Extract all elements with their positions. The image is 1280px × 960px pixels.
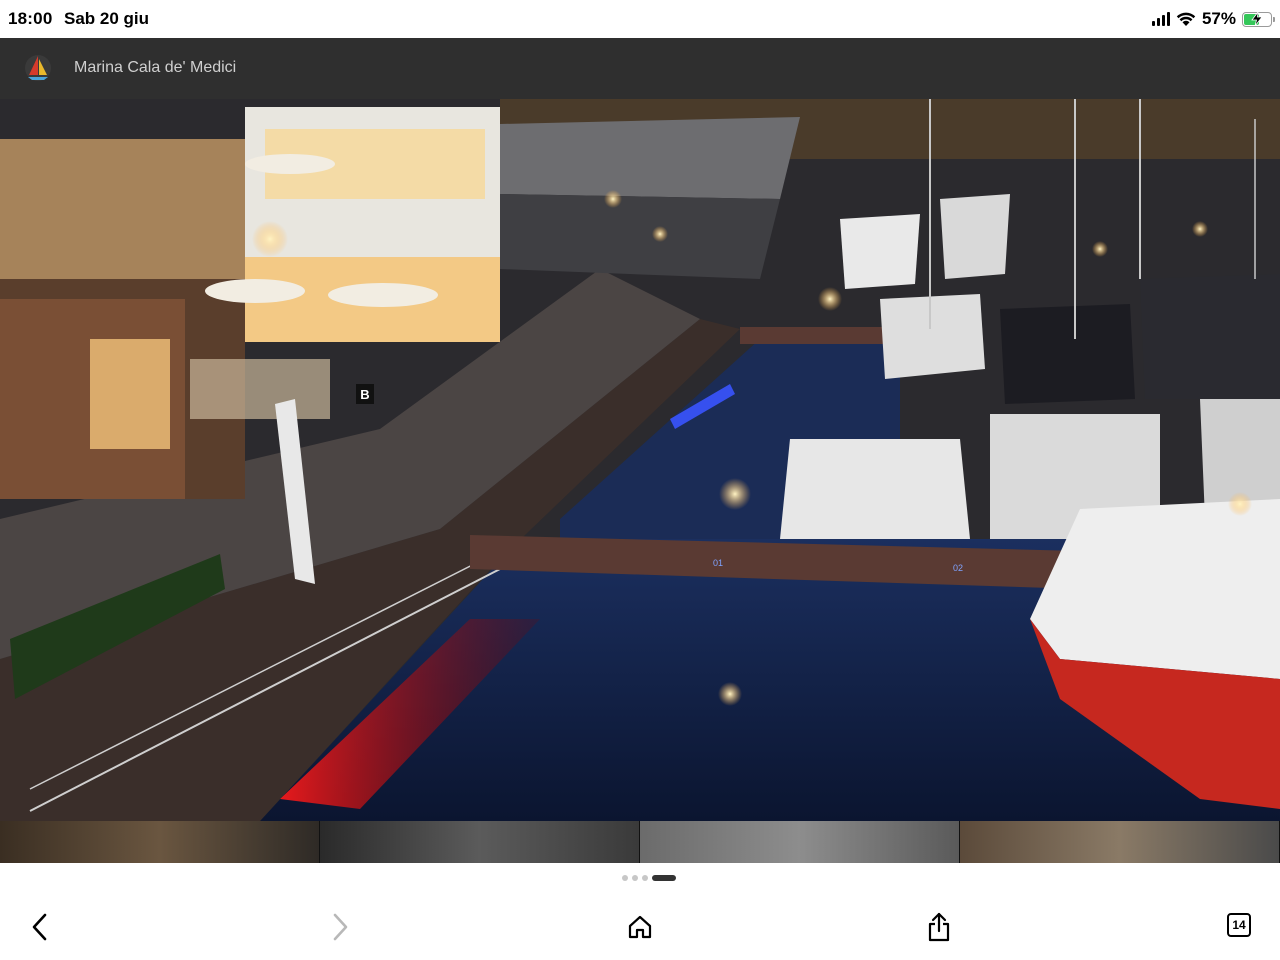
- thumbnail-3[interactable]: [640, 821, 960, 863]
- battery-percent: 57%: [1201, 9, 1236, 28]
- app-header: Marina Cala de' Medici: [0, 38, 1280, 99]
- battery-tip: [1273, 16, 1275, 22]
- pier-number-02: 02: [953, 563, 963, 573]
- pager-dot[interactable]: [652, 875, 676, 881]
- chevron-left-icon: [32, 913, 47, 941]
- share-button[interactable]: [919, 907, 959, 947]
- chevron-right-icon: [333, 913, 348, 941]
- cellular-signal-icon: [1151, 12, 1170, 26]
- dock-sign-b: B: [360, 387, 369, 402]
- status-indicators: 57%: [1151, 8, 1275, 30]
- sailboat-logo-icon: [25, 55, 51, 81]
- gallery-photo[interactable]: B 01 02: [0, 99, 1280, 821]
- marina-night-photo: B 01 02: [0, 99, 1280, 821]
- app-title: Marina Cala de' Medici: [74, 59, 237, 76]
- wifi-icon: [1176, 12, 1196, 26]
- gallery-pager[interactable]: [0, 863, 1280, 893]
- share-icon: [928, 912, 950, 942]
- status-time: 18:00: [8, 9, 53, 28]
- thumbnail-2[interactable]: [320, 821, 640, 863]
- battery-charging-icon: [1242, 11, 1275, 27]
- status-bar: 18:00 Sab 20 giu 57%: [0, 0, 1280, 38]
- status-date: Sab 20 giu: [64, 9, 150, 28]
- forward-button[interactable]: [320, 907, 360, 947]
- tabs-button[interactable]: 14: [1227, 913, 1251, 937]
- pier-number-01: 01: [713, 558, 723, 568]
- browser-toolbar: 14: [0, 893, 1280, 960]
- thumbnail-strip: [0, 821, 1280, 863]
- home-button[interactable]: [620, 907, 660, 947]
- home-icon: [628, 915, 652, 939]
- pager-dot[interactable]: [642, 875, 648, 881]
- thumbnail-4[interactable]: [960, 821, 1280, 863]
- pager-dot[interactable]: [632, 875, 638, 881]
- bolt-icon: [1251, 11, 1263, 26]
- back-button[interactable]: [20, 907, 60, 947]
- thumbnail-1[interactable]: [0, 821, 320, 863]
- pager-dot[interactable]: [622, 875, 628, 881]
